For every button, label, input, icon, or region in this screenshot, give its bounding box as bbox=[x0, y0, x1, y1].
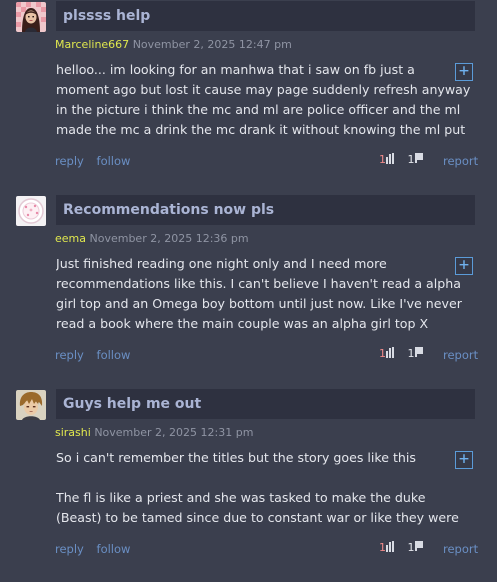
post-title[interactable]: Guys help me out bbox=[56, 389, 475, 419]
post-meta: sirashi November 2, 2025 12:31 pm bbox=[55, 426, 253, 440]
timestamp: November 2, 2025 12:36 pm bbox=[89, 232, 249, 245]
post-title[interactable]: plssss help bbox=[56, 1, 475, 31]
timestamp: November 2, 2025 12:31 pm bbox=[94, 426, 254, 439]
follow-link[interactable]: follow bbox=[97, 542, 131, 556]
anime-boy-avatar-icon bbox=[16, 390, 46, 420]
post-body: So i can't remember the titles but the s… bbox=[56, 450, 459, 525]
post-body: Just finished reading one night only and… bbox=[56, 256, 462, 331]
post-actions: reply follow bbox=[55, 347, 130, 363]
report-link[interactable]: report bbox=[443, 541, 478, 557]
follow-link[interactable]: follow bbox=[97, 154, 131, 168]
reply-link[interactable]: reply bbox=[55, 154, 84, 168]
post-actions: reply follow bbox=[55, 153, 130, 169]
avatar[interactable] bbox=[16, 2, 46, 32]
reply-link[interactable]: reply bbox=[55, 348, 84, 362]
vote-controls: 1 1 bbox=[379, 152, 423, 168]
vote-controls: 1 1 bbox=[379, 540, 423, 556]
post-title[interactable]: Recommendations now pls bbox=[56, 195, 475, 225]
upvote-count: 1 bbox=[379, 347, 386, 360]
downvote-count: 1 bbox=[407, 153, 415, 166]
expand-button[interactable]: + bbox=[455, 63, 473, 81]
upvote-count: 1 bbox=[379, 541, 386, 554]
post-actions: reply follow bbox=[55, 541, 130, 557]
post-meta: eema November 2, 2025 12:36 pm bbox=[55, 232, 249, 246]
upvote-count: 1 bbox=[379, 153, 386, 166]
reply-link[interactable]: reply bbox=[55, 542, 84, 556]
vote-controls: 1 1 bbox=[379, 346, 423, 362]
timestamp: November 2, 2025 12:47 pm bbox=[132, 38, 292, 51]
thumbs-down-icon[interactable] bbox=[414, 153, 423, 164]
expand-button[interactable]: + bbox=[455, 257, 473, 275]
username[interactable]: eema bbox=[55, 232, 86, 245]
thumbs-down-icon[interactable] bbox=[414, 347, 423, 358]
avatar[interactable] bbox=[16, 390, 46, 420]
expand-button[interactable]: + bbox=[455, 451, 473, 469]
comment-post: plssss help Marceline667 November 2, 202… bbox=[0, 0, 497, 194]
cake-avatar-icon bbox=[16, 196, 46, 226]
downvote-count: 1 bbox=[407, 541, 415, 554]
thumbs-up-icon[interactable] bbox=[386, 347, 394, 358]
username[interactable]: sirashi bbox=[55, 426, 91, 439]
thumbs-down-icon[interactable] bbox=[414, 541, 423, 552]
downvote-count: 1 bbox=[407, 347, 415, 360]
report-link[interactable]: report bbox=[443, 347, 478, 363]
report-link[interactable]: report bbox=[443, 153, 478, 169]
girl-avatar-icon bbox=[16, 2, 46, 32]
avatar[interactable] bbox=[16, 196, 46, 226]
username[interactable]: Marceline667 bbox=[55, 38, 129, 51]
comment-post: Recommendations now pls eema November 2,… bbox=[0, 194, 497, 388]
thumbs-up-icon[interactable] bbox=[386, 153, 394, 164]
post-meta: Marceline667 November 2, 2025 12:47 pm bbox=[55, 38, 292, 52]
post-body: helloo... im looking for an manhwa that … bbox=[56, 62, 471, 137]
follow-link[interactable]: follow bbox=[97, 348, 131, 362]
thumbs-up-icon[interactable] bbox=[386, 541, 394, 552]
comment-post: Guys help me out sirashi November 2, 202… bbox=[0, 388, 497, 582]
